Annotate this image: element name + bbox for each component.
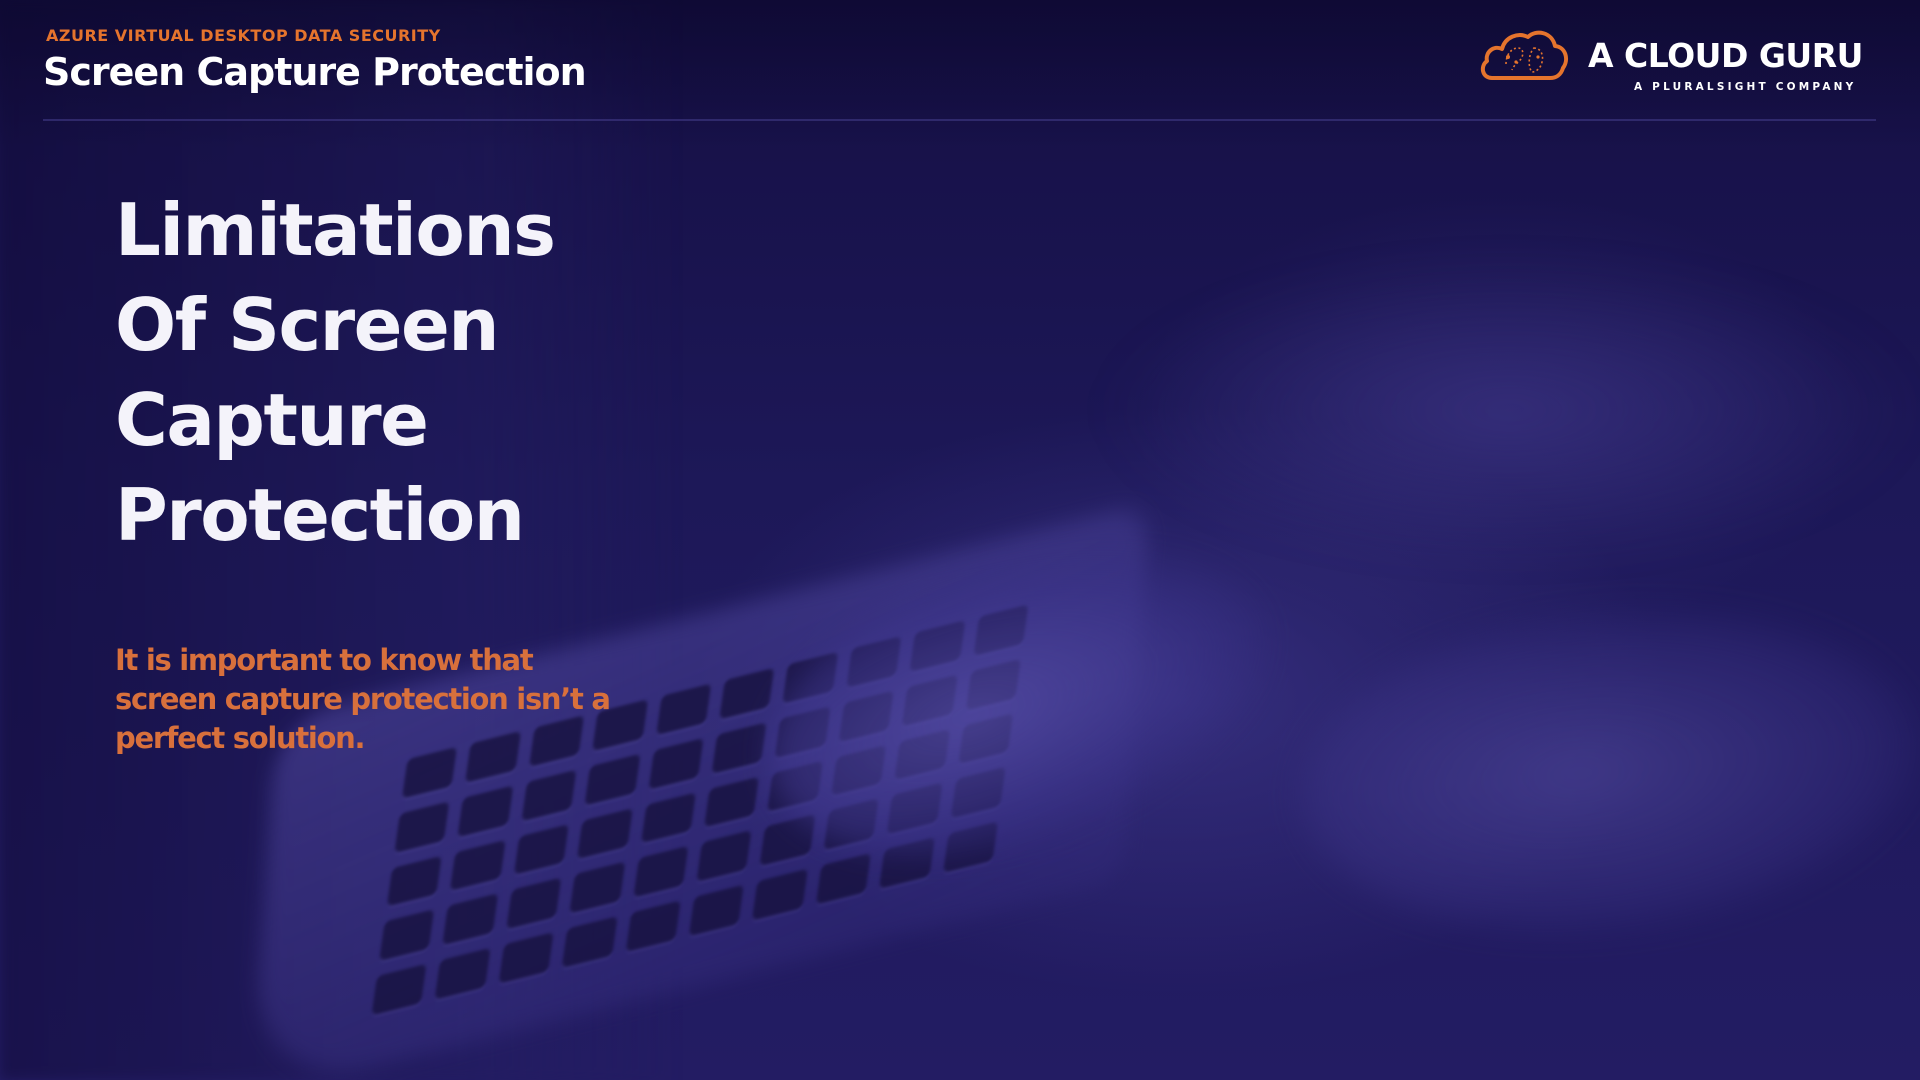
heading-line: Capture xyxy=(115,378,429,462)
laptop-base-shape xyxy=(250,502,1150,1080)
callout-text: It is important to know that screen capt… xyxy=(115,643,611,755)
right-hand-shape xyxy=(1284,578,1920,962)
heading-line: Limitations xyxy=(115,188,556,272)
arm-shape xyxy=(1100,260,1920,560)
header-divider xyxy=(43,119,1876,121)
cloud-icon xyxy=(1480,30,1569,80)
course-eyebrow: AZURE VIRTUAL DESKTOP DATA SECURITY xyxy=(46,26,441,45)
brand-tagline: A PLURALSIGHT COMPANY xyxy=(1634,81,1857,93)
brand-logo: A CLOUD GURU A PLURALSIGHT COMPANY xyxy=(1478,24,1878,104)
heading-line: Protection xyxy=(115,473,525,557)
slide: AZURE VIRTUAL DESKTOP DATA SECURITY Scre… xyxy=(0,0,1920,1080)
brand-name: A CLOUD GURU xyxy=(1588,36,1863,75)
slide-heading: Limitations Of Screen Capture Protection xyxy=(115,183,835,563)
heading-line: Of Screen xyxy=(115,283,500,367)
lesson-title: Screen Capture Protection xyxy=(43,50,587,94)
